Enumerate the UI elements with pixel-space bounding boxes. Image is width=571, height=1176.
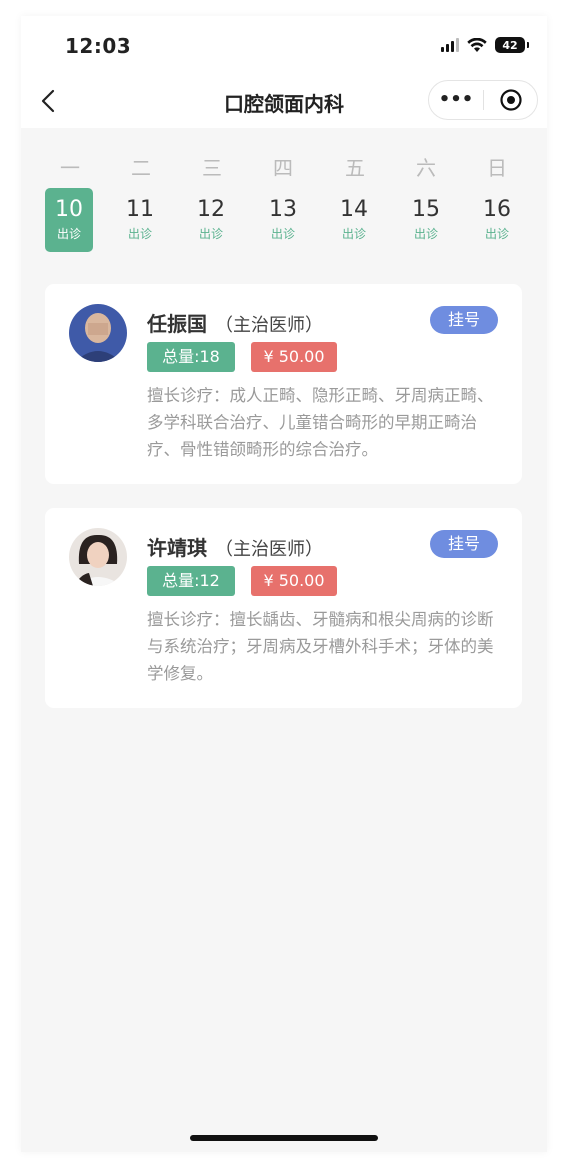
doctor-title: （主治医师） bbox=[215, 315, 323, 336]
status-icons: 42 bbox=[441, 35, 529, 55]
phone-screen: 12:03 42 口腔颌面内科 ••• 一 二 三 四 五 六 日 10 出诊 … bbox=[21, 16, 547, 1152]
wifi-icon bbox=[467, 37, 487, 52]
register-button[interactable]: 挂号 bbox=[430, 530, 498, 558]
weekday-label: 一 bbox=[60, 156, 80, 180]
avatar bbox=[69, 304, 127, 362]
day-number: 12 bbox=[197, 197, 225, 222]
day-cell[interactable]: 16 出诊 bbox=[473, 188, 521, 252]
weekday-label: 四 bbox=[273, 156, 293, 180]
day-number: 14 bbox=[340, 197, 368, 222]
weekday-label: 三 bbox=[202, 156, 222, 180]
price-badge: ¥ 50.00 bbox=[251, 342, 337, 372]
doctor-name: 任振国 bbox=[147, 312, 207, 336]
day-status: 出诊 bbox=[484, 227, 509, 241]
total-quota-badge: 总量:18 bbox=[147, 342, 235, 372]
day-cell[interactable]: 14 出诊 bbox=[330, 188, 378, 252]
doctor-title: （主治医师） bbox=[215, 539, 323, 560]
avatar bbox=[69, 528, 127, 586]
menu-capsule: ••• bbox=[428, 80, 538, 120]
day-status: 出诊 bbox=[127, 227, 152, 241]
day-number: 11 bbox=[126, 197, 154, 222]
weekday-label: 日 bbox=[487, 156, 507, 180]
day-number: 10 bbox=[55, 197, 83, 222]
day-status: 出诊 bbox=[56, 227, 81, 241]
day-cell-selected[interactable]: 10 出诊 bbox=[45, 188, 93, 252]
price-badge: ¥ 50.00 bbox=[251, 566, 337, 596]
weekday-label: 二 bbox=[131, 156, 151, 180]
day-cell[interactable]: 12 出诊 bbox=[187, 188, 235, 252]
day-cell[interactable]: 11 出诊 bbox=[116, 188, 164, 252]
day-status: 出诊 bbox=[198, 227, 223, 241]
weekday-label: 五 bbox=[345, 156, 365, 180]
day-number: 16 bbox=[483, 197, 511, 222]
day-number: 15 bbox=[412, 197, 440, 222]
weekday-label: 六 bbox=[416, 156, 436, 180]
week-calendar: 一 二 三 四 五 六 日 10 出诊 11 出诊 12 出诊 13 出诊 14… bbox=[21, 128, 547, 278]
more-dots-icon[interactable]: ••• bbox=[429, 81, 483, 119]
day-status: 出诊 bbox=[341, 227, 366, 241]
day-cell[interactable]: 15 出诊 bbox=[402, 188, 450, 252]
doctor-specialty: 擅长诊疗：成人正畸、隐形正畸、牙周病正畸、多学科联合治疗、儿童错合畸形的早期正畸… bbox=[147, 386, 494, 459]
target-circle-icon[interactable] bbox=[484, 88, 537, 112]
header: 12:03 42 口腔颌面内科 ••• bbox=[21, 16, 547, 128]
doctor-name-row: 许靖琪 （主治医师） bbox=[147, 532, 323, 561]
signal-icon bbox=[441, 38, 459, 52]
home-indicator[interactable] bbox=[190, 1135, 378, 1141]
status-time: 12:03 bbox=[65, 34, 132, 58]
register-button[interactable]: 挂号 bbox=[430, 306, 498, 334]
doctor-card[interactable]: 任振国 （主治医师） 挂号 总量:18 ¥ 50.00 擅长诊疗：成人正畸、隐形正… bbox=[45, 284, 522, 484]
day-number: 13 bbox=[269, 197, 297, 222]
day-cell[interactable]: 13 出诊 bbox=[259, 188, 307, 252]
battery-icon: 42 bbox=[495, 37, 529, 53]
day-status: 出诊 bbox=[413, 227, 438, 241]
doctor-specialty: 擅长诊疗：擅长龋齿、牙髓病和根尖周病的诊断与系统治疗；牙周病及牙槽外科手术；牙体… bbox=[147, 610, 494, 683]
day-status: 出诊 bbox=[270, 227, 295, 241]
doctor-card[interactable]: 许靖琪 （主治医师） 挂号 总量:12 ¥ 50.00 擅长诊疗：擅长龋齿、牙髓病… bbox=[45, 508, 522, 708]
total-quota-badge: 总量:12 bbox=[147, 566, 235, 596]
doctor-name: 许靖琪 bbox=[147, 536, 207, 560]
doctor-name-row: 任振国 （主治医师） bbox=[147, 308, 323, 337]
